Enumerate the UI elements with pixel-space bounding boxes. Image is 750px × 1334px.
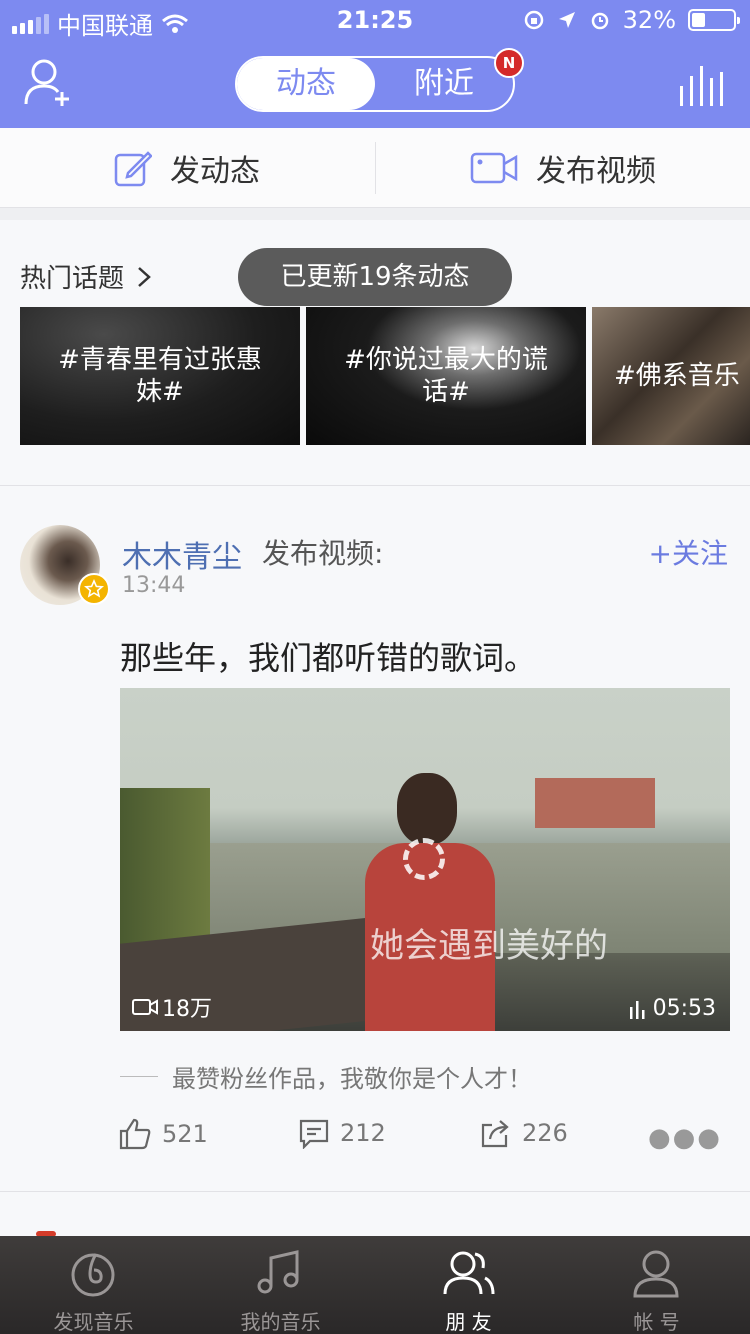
edit-icon (114, 151, 152, 187)
update-toast: 已更新19条动态 (238, 248, 512, 306)
tab-label: 我的音乐 (240, 1310, 321, 1334)
video-views: 18万 (132, 991, 212, 1023)
divider (375, 142, 376, 194)
section-gap (0, 208, 750, 220)
tab-label: 帐 号 (633, 1310, 680, 1334)
featured-comment-text: 最赞粉丝作品，我敬你是个人才！ (172, 1065, 532, 1093)
share-count: 226 (522, 1119, 568, 1147)
post-video-button[interactable]: 发布视频 (470, 128, 656, 208)
hot-topics-section: 热门话题 #青春里有过张惠妹# #你说过最大的谎话# #佛系音乐 已更新19条动… (0, 220, 750, 486)
more-options-icon[interactable]: ●●● (648, 1123, 722, 1153)
next-post-peek (0, 1193, 750, 1237)
hot-topics-title: 热门话题 (20, 264, 125, 294)
featured-comment[interactable]: 最赞粉丝作品，我敬你是个人才！ (120, 1059, 532, 1094)
tab-label: 发现音乐 (53, 1310, 134, 1334)
thumbs-up-icon (119, 1118, 151, 1150)
bars-icon (629, 1000, 645, 1019)
video-camera-icon (470, 152, 518, 184)
hot-topics-header[interactable]: 热门话题 (20, 258, 152, 295)
battery-percent: 32% (622, 6, 676, 34)
now-playing-icon[interactable] (678, 64, 724, 106)
video-camera-icon (132, 999, 158, 1015)
like-count: 521 (162, 1120, 208, 1148)
topic-card[interactable]: #青春里有过张惠妹# (20, 307, 300, 445)
post-text: 那些年，我们都听错的歌词。 (120, 639, 537, 677)
battery-fill (692, 13, 705, 27)
post-dynamic-label: 发动态 (170, 154, 260, 189)
friends-icon (443, 1251, 495, 1295)
loading-spinner-icon (403, 838, 445, 880)
bottom-tab-bar: 发现音乐 我的音乐 朋 友 帐 号 (0, 1236, 750, 1334)
video-subtitle: 她会遇到美好的 (370, 926, 608, 966)
app-header: 中国联通 21:25 32% 动态 附近 N (0, 0, 750, 128)
publish-bar: 发动态 发布视频 (0, 128, 750, 208)
video-player[interactable]: 她会遇到美好的 18万 05:53 (120, 688, 730, 1031)
battery-icon (688, 9, 740, 31)
video-duration: 05:53 (629, 996, 716, 1021)
tab-discover-music[interactable]: 发现音乐 (0, 1236, 187, 1334)
topic-card-text: #青春里有过张惠妹# (58, 345, 262, 407)
follow-button[interactable]: +关注 (649, 532, 728, 572)
new-badge: N (494, 48, 524, 78)
post-stats: 521 212 226 ●●● (0, 1117, 750, 1157)
share-button[interactable]: 226 (480, 1117, 568, 1149)
status-right: 32% (523, 6, 740, 34)
topic-card[interactable]: #你说过最大的谎话# (306, 307, 586, 445)
comment-count: 212 (340, 1119, 386, 1147)
tab-my-music[interactable]: 我的音乐 (187, 1236, 374, 1334)
discover-music-icon (71, 1253, 115, 1297)
comment-icon (299, 1119, 329, 1149)
tab-account[interactable]: 帐 号 (563, 1236, 750, 1334)
my-music-icon (257, 1250, 299, 1294)
location-icon (558, 12, 575, 28)
post-dynamic-button[interactable]: 发动态 (114, 128, 260, 208)
chevron-right-icon (138, 266, 151, 287)
rotation-lock-icon (524, 10, 543, 30)
feed-post: 木木青尘 发布视频: +关注 13:44 那些年，我们都听错的歌词。 她会遇到美… (0, 487, 750, 1192)
star-badge-icon (78, 573, 110, 605)
tab-dynamic[interactable]: 动态 (237, 58, 375, 110)
video-scene (365, 773, 495, 1031)
tab-friends[interactable]: 朋 友 (375, 1236, 562, 1334)
duration-text: 05:53 (652, 996, 716, 1021)
tab-label: 朋 友 (445, 1310, 492, 1334)
post-video-label: 发布视频 (536, 154, 656, 189)
tab-nearby[interactable]: 附近 (375, 58, 513, 110)
feed-tab-switcher: 动态 附近 (235, 56, 515, 112)
like-button[interactable]: 521 (118, 1117, 208, 1151)
comment-button[interactable]: 212 (298, 1117, 386, 1149)
video-scene (535, 778, 655, 828)
account-icon (633, 1250, 679, 1298)
view-count: 18万 (162, 997, 212, 1022)
share-icon (481, 1120, 509, 1148)
status-bar: 中国联通 21:25 32% (0, 0, 750, 40)
topic-card-text: #你说过最大的谎话# (344, 345, 548, 407)
topic-card-text: #佛系音乐 (614, 361, 740, 391)
alarm-icon (591, 12, 608, 30)
add-friend-icon[interactable] (22, 56, 74, 108)
post-action: 发布视频: (262, 537, 384, 570)
post-time: 13:44 (122, 573, 186, 598)
author-name[interactable]: 木木青尘 (122, 532, 242, 576)
topic-card[interactable]: #佛系音乐 (592, 307, 750, 445)
